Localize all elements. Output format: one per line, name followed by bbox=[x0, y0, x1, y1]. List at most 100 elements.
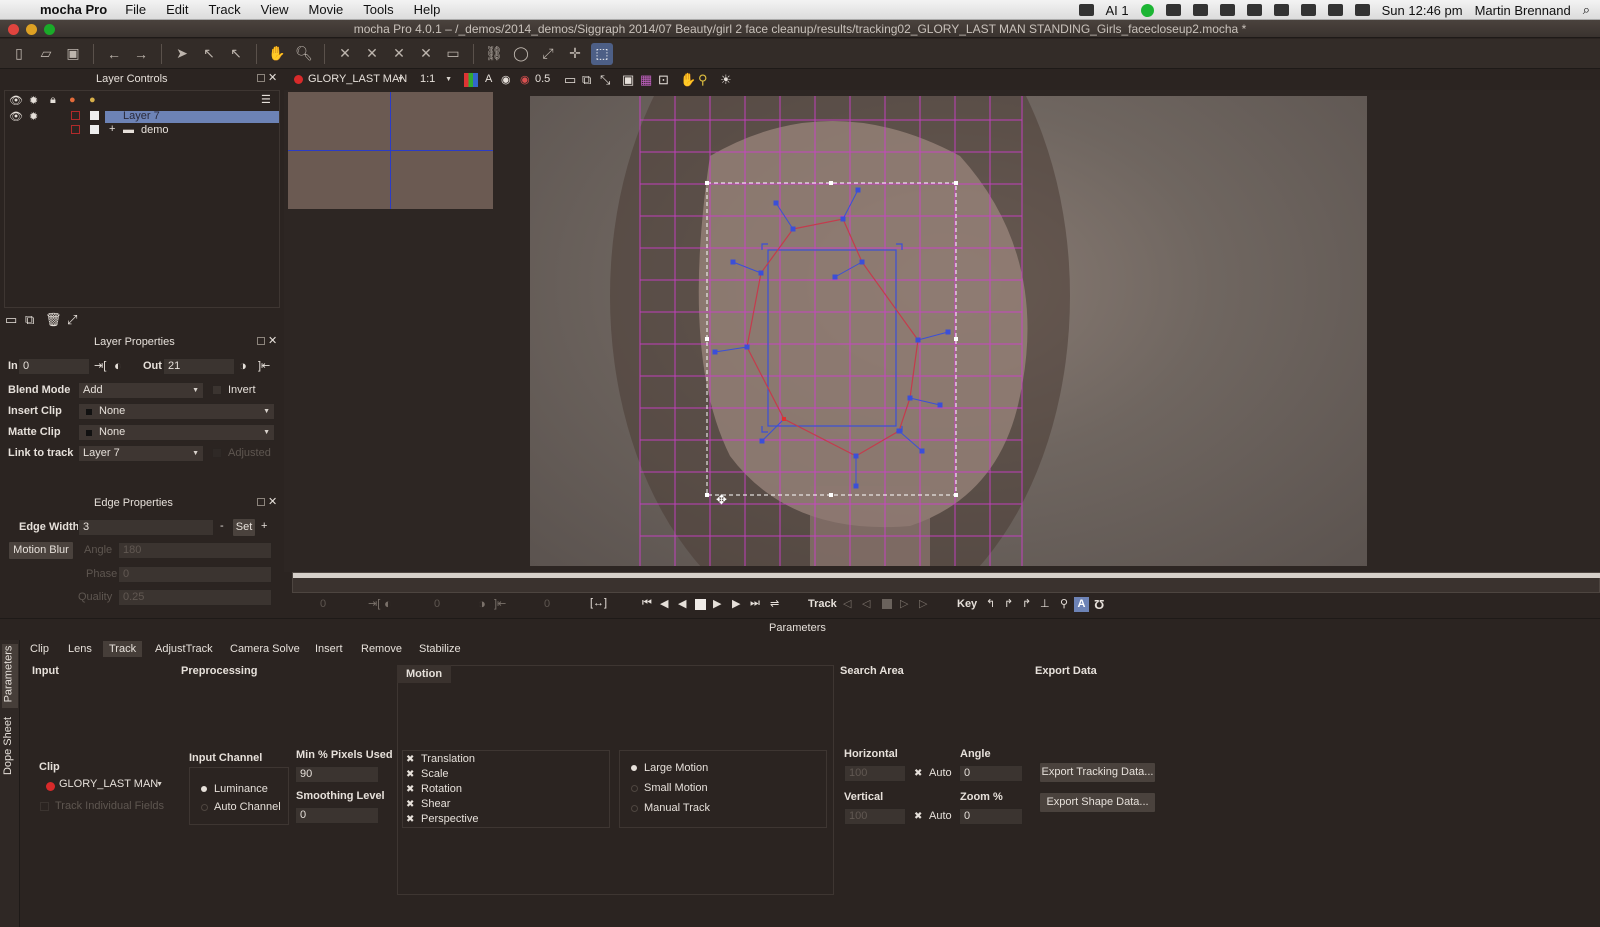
auto-channel-radio[interactable] bbox=[201, 804, 208, 811]
mattes-toggle-icon[interactable]: ◉ bbox=[501, 73, 511, 86]
out-point-field[interactable]: 21 bbox=[163, 358, 235, 375]
menu-view[interactable]: View bbox=[261, 2, 289, 17]
delete-all-keys-icon[interactable]: ⚲ bbox=[1060, 597, 1068, 610]
loop-icon[interactable]: ⇌ bbox=[770, 597, 779, 610]
battery-icon[interactable] bbox=[1354, 4, 1370, 16]
zoom-timeline-icon[interactable]: [↔] bbox=[590, 597, 607, 609]
set-in-icon[interactable]: ⇥[ bbox=[368, 597, 380, 610]
tab-lens[interactable]: Lens bbox=[62, 641, 98, 657]
layer-name[interactable]: Layer 7 bbox=[123, 110, 160, 122]
set-out-point-icon[interactable]: ]⇤ bbox=[258, 359, 270, 372]
vertical-search-field[interactable]: 100 bbox=[844, 808, 906, 825]
autokey-toggle[interactable]: A bbox=[1074, 597, 1089, 612]
creative-cloud-icon[interactable] bbox=[1165, 4, 1181, 16]
out-point-keyframe-icon[interactable]: ◑ bbox=[239, 358, 247, 373]
rotation-checkbox[interactable]: ✖ bbox=[406, 784, 414, 795]
minimize-window-icon[interactable] bbox=[26, 24, 37, 35]
adjusted-checkbox[interactable] bbox=[212, 448, 222, 458]
delete-layer-icon[interactable]: 🗑︎ bbox=[45, 312, 62, 328]
layer-row[interactable]: 👁︎ ✹ Layer 7 bbox=[5, 110, 281, 123]
prev-key-icon[interactable]: ↰ bbox=[986, 597, 995, 610]
panel-float-icon[interactable] bbox=[257, 498, 265, 506]
layer-matte-swatch[interactable] bbox=[90, 111, 99, 120]
panel-close-icon[interactable]: ✕ bbox=[268, 495, 277, 508]
horizontal-auto-checkbox[interactable]: ✖ bbox=[914, 768, 922, 779]
show-tangents-icon[interactable]: ⤡ bbox=[600, 72, 610, 88]
tab-remove[interactable]: Remove bbox=[355, 641, 408, 657]
show-splines-icon[interactable]: ⧉ bbox=[582, 72, 591, 88]
layer-matte-swatch[interactable] bbox=[90, 125, 99, 134]
edge-width-set-button[interactable]: Set bbox=[232, 518, 256, 537]
viewer-clip-select[interactable]: GLORY_LAST MAN bbox=[304, 72, 408, 89]
screen-capture-icon[interactable] bbox=[1192, 4, 1208, 16]
tab-insert[interactable]: Insert bbox=[309, 641, 349, 657]
track-back-frame-icon[interactable]: ◁ bbox=[862, 597, 870, 610]
layer-visibility-icon[interactable]: 👁︎ bbox=[9, 110, 23, 123]
time-machine-icon[interactable] bbox=[1246, 4, 1262, 16]
zoom-window-icon[interactable] bbox=[44, 24, 55, 35]
scale-checkbox[interactable]: ✖ bbox=[406, 769, 414, 780]
export-tracking-data-button[interactable]: Export Tracking Data... bbox=[1039, 762, 1156, 783]
undo-icon[interactable]: ← bbox=[103, 43, 125, 65]
pan-hand-icon[interactable]: ✋ bbox=[266, 43, 288, 65]
add-bezier-icon[interactable]: ✕ bbox=[415, 43, 437, 65]
bluetooth-icon[interactable] bbox=[1273, 4, 1289, 16]
layer-cog-icon[interactable]: ✹ bbox=[29, 110, 38, 123]
volume-icon[interactable] bbox=[1327, 4, 1343, 16]
user-name[interactable]: Martin Brennand bbox=[1475, 3, 1571, 18]
alpha-channel-toggle[interactable]: A bbox=[485, 73, 492, 85]
panel-close-icon[interactable]: ✕ bbox=[268, 71, 277, 84]
motion-blur-button[interactable]: Motion Blur bbox=[8, 541, 74, 560]
translation-checkbox[interactable]: ✖ bbox=[406, 754, 414, 765]
adobe-status[interactable]: AI 1 bbox=[1106, 3, 1129, 18]
create-xspline-icon[interactable]: ✕ bbox=[334, 43, 356, 65]
input-clip-select[interactable]: GLORY_LAST MAN bbox=[39, 777, 167, 794]
clock[interactable]: Sun 12:46 pm bbox=[1382, 3, 1463, 18]
wifi-icon[interactable] bbox=[1300, 4, 1316, 16]
edge-width-field[interactable]: 3 bbox=[78, 519, 214, 536]
invert-checkbox[interactable] bbox=[212, 385, 222, 395]
save-project-icon[interactable]: ▣ bbox=[62, 43, 84, 65]
add-key-icon[interactable]: ↱ bbox=[1004, 597, 1013, 610]
blend-mode-select[interactable]: Add bbox=[78, 382, 204, 399]
luminance-radio[interactable] bbox=[201, 786, 207, 792]
tab-track[interactable]: Track bbox=[103, 641, 143, 657]
new-project-icon[interactable]: ▯ bbox=[8, 43, 30, 65]
rgb-channel-icon[interactable] bbox=[464, 73, 478, 87]
panel-close-icon[interactable]: ✕ bbox=[268, 334, 277, 347]
notification-icon[interactable] bbox=[1078, 4, 1094, 16]
panel-float-icon[interactable] bbox=[257, 337, 265, 345]
min-pixels-field[interactable]: 90 bbox=[295, 766, 379, 783]
show-grid-icon[interactable]: ▦ bbox=[640, 72, 652, 88]
tracking-cog-icon[interactable]: ✹ bbox=[29, 94, 38, 107]
go-to-end-icon[interactable]: ⏭ bbox=[750, 597, 760, 610]
add-xspline-icon[interactable]: ✕ bbox=[361, 43, 383, 65]
insert-clip-select[interactable]: None bbox=[78, 403, 275, 420]
app-menu[interactable]: mocha Pro bbox=[40, 2, 107, 17]
create-bezier-icon[interactable]: ✕ bbox=[388, 43, 410, 65]
track-forward-icon[interactable]: ▷ bbox=[919, 597, 927, 610]
matte-clip-select[interactable]: None bbox=[78, 424, 275, 441]
step-back-icon[interactable]: ◀ bbox=[660, 597, 668, 610]
spotlight-icon[interactable]: ⌕ bbox=[1583, 2, 1590, 18]
lock-icon[interactable]: 🔒︎ bbox=[50, 94, 56, 107]
tab-adjusttrack[interactable]: AdjustTrack bbox=[149, 641, 219, 657]
video-frame[interactable] bbox=[530, 96, 1367, 566]
show-layer-outlines-icon[interactable]: ▭ bbox=[564, 72, 576, 88]
timeline-range[interactable] bbox=[293, 573, 1600, 578]
side-tab-dope-sheet[interactable]: Dope Sheet bbox=[2, 714, 18, 780]
magnifier-view-icon[interactable]: ⊡ bbox=[658, 72, 669, 88]
link-icon[interactable]: ⛓ bbox=[483, 43, 505, 65]
close-window-icon[interactable] bbox=[8, 24, 19, 35]
select-multiple-icon[interactable]: ↖ bbox=[225, 43, 247, 65]
brightness-icon[interactable]: ☀ bbox=[720, 72, 732, 88]
perspective-checkbox[interactable]: ✖ bbox=[406, 814, 414, 825]
matte-overlay-icon[interactable]: ◉ bbox=[520, 73, 530, 86]
rectangle-spline-icon[interactable]: ▭ bbox=[442, 43, 464, 65]
airplay-icon[interactable] bbox=[1219, 4, 1235, 16]
large-motion-radio[interactable] bbox=[631, 765, 637, 771]
layer-row[interactable]: + ▬ demo bbox=[5, 123, 281, 137]
sync-icon[interactable] bbox=[1140, 3, 1154, 17]
layer-color-swatch[interactable] bbox=[71, 111, 80, 120]
panel-float-icon[interactable] bbox=[257, 74, 265, 82]
